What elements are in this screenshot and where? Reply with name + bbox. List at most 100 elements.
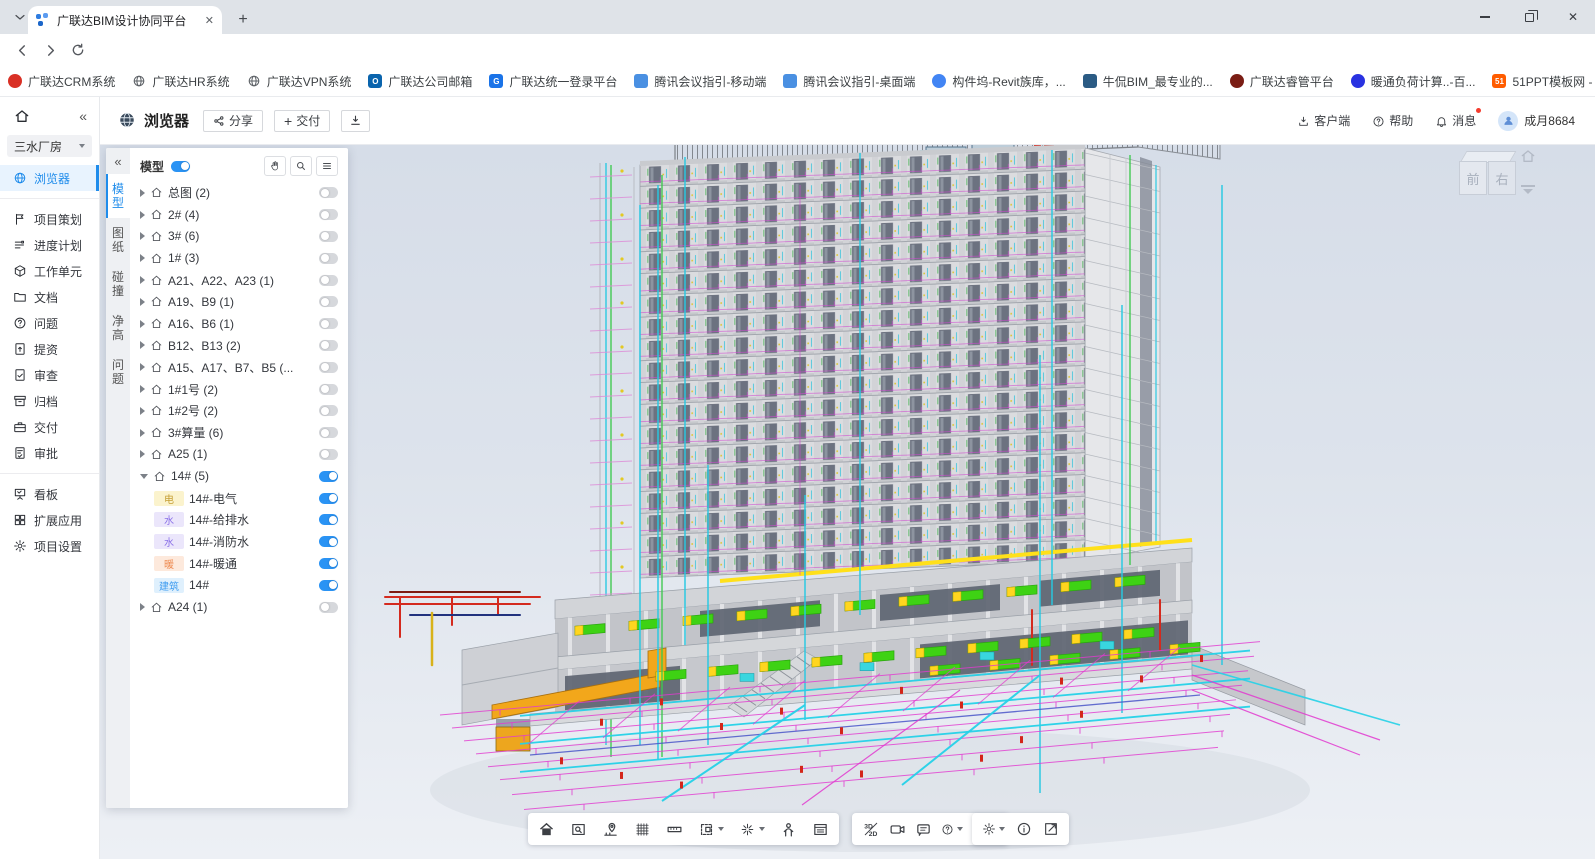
row-caret-icon[interactable] — [140, 474, 148, 479]
row-visibility-toggle[interactable] — [319, 427, 338, 438]
tree-row[interactable]: A19、B9 (1) — [140, 291, 338, 313]
消息-link[interactable]: 消息 — [1435, 112, 1476, 129]
row-visibility-toggle[interactable] — [319, 493, 338, 504]
tool-qmark-button[interactable] — [941, 823, 963, 836]
tree-row[interactable]: 2# (4) — [140, 204, 338, 226]
panel-tab-5[interactable]: 问题 — [106, 350, 130, 394]
row-caret-icon[interactable] — [140, 603, 145, 611]
row-caret-icon[interactable] — [140, 276, 145, 284]
row-visibility-toggle[interactable] — [319, 340, 338, 351]
panel-tab-2[interactable]: 图纸 — [106, 218, 130, 262]
row-visibility-toggle[interactable] — [319, 602, 338, 613]
tool-home2-button[interactable] — [538, 821, 555, 838]
tree-row[interactable]: 1# (3) — [140, 247, 338, 269]
row-caret-icon[interactable] — [140, 320, 145, 328]
row-visibility-toggle[interactable] — [319, 362, 338, 373]
tool-zoomrect-button[interactable] — [570, 821, 587, 838]
tool-expand-button[interactable] — [1043, 821, 1059, 837]
sidebar-item-3[interactable]: 进度计划 — [0, 232, 99, 258]
row-caret-icon[interactable] — [140, 450, 145, 458]
tool-explode-button[interactable] — [739, 821, 765, 838]
view-cube-right[interactable]: 右 — [1488, 161, 1516, 195]
tool-panel-button[interactable] — [812, 821, 829, 838]
reload-button[interactable] — [64, 36, 92, 64]
tool-gridax-button[interactable] — [634, 821, 651, 838]
window-close-button[interactable]: ✕ — [1551, 0, 1595, 34]
tool-bubble-button[interactable] — [915, 821, 932, 838]
tree-row[interactable]: 水14#-消防水 — [140, 531, 338, 553]
sidebar-footer-item-3[interactable]: 项目设置 — [0, 533, 99, 559]
tree-row[interactable]: 14# (5) — [140, 465, 338, 487]
sidebar-item-2[interactable]: 项目策划 — [0, 206, 99, 232]
bookmark-item[interactable]: 牛侃BIM_最专业的... — [1083, 73, 1213, 90]
tab-close-icon[interactable]: ✕ — [205, 14, 214, 27]
sidebar-footer-item-1[interactable]: 看板 — [0, 481, 99, 507]
row-visibility-toggle[interactable] — [319, 275, 338, 286]
sidebar-item-1[interactable]: 浏览器 — [0, 165, 99, 191]
new-tab-button[interactable]: + — [230, 7, 256, 33]
tree-row[interactable]: 暖14#-暖通 — [140, 553, 338, 575]
sidebar-item-8[interactable]: 审查 — [0, 362, 99, 388]
row-visibility-toggle[interactable] — [319, 296, 338, 307]
bookmark-item[interactable]: 广联达VPN系统 — [247, 72, 352, 90]
row-visibility-toggle[interactable] — [319, 536, 338, 547]
row-caret-icon[interactable] — [140, 385, 145, 393]
tree-search-button[interactable] — [290, 156, 312, 176]
project-select[interactable]: 三水厂房 — [7, 135, 92, 157]
tree-row[interactable]: 1#1号 (2) — [140, 378, 338, 400]
sidebar-item-5[interactable]: 文档 — [0, 284, 99, 310]
tool-info-button[interactable] — [1016, 821, 1032, 837]
bookmark-item[interactable]: 构件坞-Revit族库，... — [932, 73, 1065, 90]
bookmark-item[interactable]: 广联达HR系统 — [132, 72, 229, 90]
bookmark-item[interactable]: 广联达CRM系统 — [8, 73, 115, 90]
tree-row[interactable]: A16、B6 (1) — [140, 313, 338, 335]
bookmark-item[interactable]: 暖通负荷计算..-百... — [1351, 73, 1476, 90]
pan-tool-button[interactable] — [264, 156, 286, 176]
sidebar-collapse-icon[interactable]: « — [79, 108, 87, 124]
tree-row[interactable]: A25 (1) — [140, 444, 338, 466]
tool-d32-button[interactable]: 3D2D — [862, 820, 880, 838]
tree-row[interactable]: A21、A22、A23 (1) — [140, 269, 338, 291]
model-viewport[interactable]: « 模型图纸碰撞净高问题 模型 — [100, 145, 1595, 859]
bookmark-item[interactable]: 腾讯会议指引-桌面端 — [783, 73, 915, 90]
row-caret-icon[interactable] — [140, 407, 145, 415]
row-visibility-toggle[interactable] — [319, 231, 338, 242]
window-minimize-button[interactable] — [1463, 0, 1507, 34]
row-visibility-toggle[interactable] — [319, 471, 338, 482]
row-caret-icon[interactable] — [140, 211, 145, 219]
tree-row[interactable]: 3#算量 (6) — [140, 422, 338, 444]
sidebar-item-11[interactable]: 审批 — [0, 440, 99, 466]
row-visibility-toggle[interactable] — [319, 318, 338, 329]
viewcube-home-button[interactable] — [1520, 147, 1536, 165]
deliver-button[interactable]: + 交付 — [274, 110, 330, 132]
row-visibility-toggle[interactable] — [319, 580, 338, 591]
row-caret-icon[interactable] — [140, 363, 145, 371]
tool-person-button[interactable] — [780, 821, 797, 838]
viewcube-collapse-button[interactable] — [1521, 185, 1535, 194]
tool-pinm-button[interactable] — [602, 821, 619, 838]
download-button[interactable] — [341, 110, 370, 132]
row-visibility-toggle[interactable] — [319, 253, 338, 264]
row-caret-icon[interactable] — [140, 232, 145, 240]
row-caret-icon[interactable] — [140, 341, 145, 349]
sidebar-item-10[interactable]: 交付 — [0, 414, 99, 440]
tree-row[interactable]: 水14#-给排水 — [140, 509, 338, 531]
row-visibility-toggle[interactable] — [319, 384, 338, 395]
row-caret-icon[interactable] — [140, 429, 145, 437]
tree-row[interactable]: 建筑14# — [140, 574, 338, 596]
row-visibility-toggle[interactable] — [319, 449, 338, 460]
tool-gear-button[interactable] — [982, 822, 1005, 836]
sidebar-item-4[interactable]: 工作单元 — [0, 258, 99, 284]
tool-ruler-button[interactable] — [666, 821, 683, 838]
model-master-toggle[interactable] — [171, 161, 190, 172]
forward-button[interactable] — [36, 36, 64, 64]
row-caret-icon[interactable] — [140, 189, 145, 197]
panel-tab-4[interactable]: 净高 — [106, 306, 130, 350]
sidebar-item-7[interactable]: 提资 — [0, 336, 99, 362]
sidebar-home-icon[interactable] — [14, 107, 30, 125]
share-button[interactable]: 分享 — [203, 110, 263, 132]
row-caret-icon[interactable] — [140, 254, 145, 262]
tool-camera-button[interactable] — [889, 821, 906, 838]
view-cube-front[interactable]: 前 — [1459, 161, 1487, 195]
row-visibility-toggle[interactable] — [319, 558, 338, 569]
